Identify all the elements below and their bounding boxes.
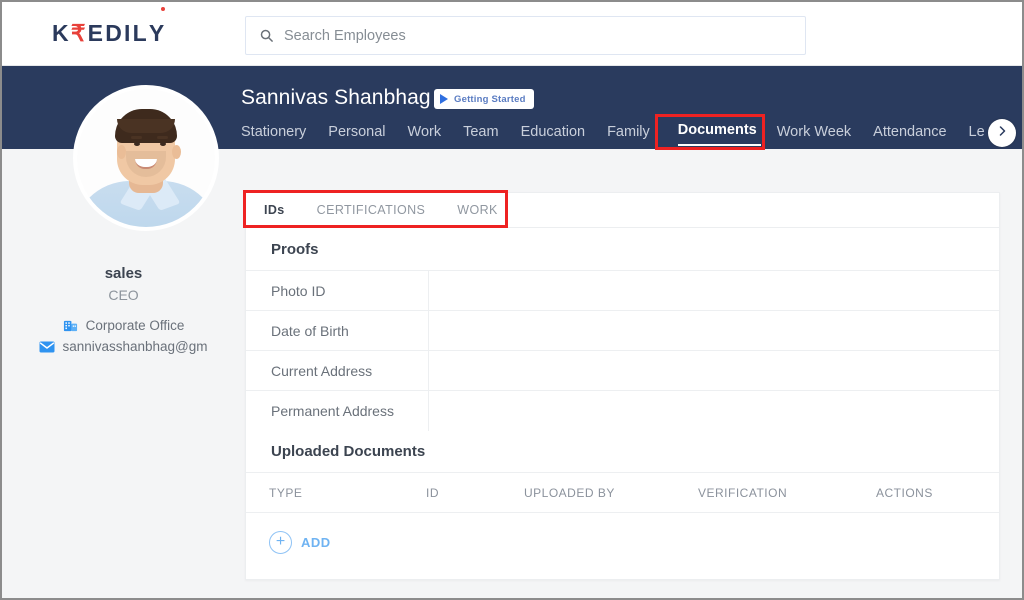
sidebar-employee-name: sales [104, 265, 143, 282]
column-header-id: ID [426, 485, 439, 500]
employee-photo [77, 89, 215, 227]
tab-family[interactable]: Family [607, 124, 663, 146]
app-window: K₹EDILY Sannivas Shanbhag Getting Starte… [0, 0, 1024, 600]
tab-attendance[interactable]: Attendance [873, 124, 959, 146]
rupee-icon: ₹ [70, 20, 88, 46]
uploaded-documents-body: + ADD [246, 513, 999, 571]
avatar[interactable] [73, 85, 219, 231]
proof-label-date-of-birth: Date of Birth [246, 310, 429, 351]
proof-value-date-of-birth[interactable] [429, 311, 999, 351]
proof-value-photo-id[interactable] [429, 271, 999, 311]
table-row: Current Address [246, 350, 999, 391]
uploaded-documents-table-header: TYPE ID UPLOADED BY VERIFICATION ACTIONS [246, 472, 999, 513]
logo-k: K [52, 20, 71, 46]
search-input[interactable] [284, 27, 788, 44]
add-document-label: ADD [301, 534, 331, 550]
sidebar-office-label: Corporate Office [85, 318, 185, 333]
document-subtabs: IDs CERTIFICATIONS WORK [246, 193, 999, 228]
tab-work[interactable]: Work [408, 124, 455, 146]
building-icon [63, 319, 79, 333]
tab-education[interactable]: Education [521, 124, 599, 146]
tab-team[interactable]: Team [463, 124, 511, 146]
table-row: Permanent Address [246, 390, 999, 431]
tab-stationery[interactable]: Stationery [241, 124, 319, 146]
sidebar-email-label: sannivasshanbhag@gm [62, 339, 208, 354]
tab-personal[interactable]: Personal [328, 124, 398, 146]
subtab-certifications[interactable]: CERTIFICATIONS [317, 193, 426, 228]
column-header-uploaded-by: UPLOADED BY [524, 485, 615, 500]
proofs-title: Proofs [271, 241, 319, 258]
play-icon [440, 94, 448, 104]
documents-card: IDs CERTIFICATIONS WORK Proofs Photo ID … [245, 192, 1000, 580]
column-header-verification: VERIFICATION [698, 485, 788, 500]
table-row: Photo ID [246, 270, 999, 311]
proof-label-photo-id: Photo ID [246, 270, 429, 311]
uploaded-documents-title: Uploaded Documents [271, 443, 426, 460]
search-icon [259, 28, 274, 43]
logo-edil: EDIL [87, 20, 149, 46]
top-bar: K ₹ EDIL Y [2, 2, 1022, 66]
proof-label-permanent-address: Permanent Address [246, 390, 429, 431]
profile-tabs: Stationery Personal Work Team Education … [241, 122, 1007, 146]
tab-documents[interactable]: Documents [677, 122, 761, 146]
sidebar-employee-role: CEO [108, 287, 139, 303]
subtab-ids[interactable]: IDs [264, 193, 285, 228]
proof-value-permanent-address[interactable] [429, 391, 999, 431]
logo-y: Y [148, 7, 167, 46]
proof-value-current-address[interactable] [429, 351, 999, 391]
proof-label-current-address: Current Address [246, 350, 429, 391]
table-row: Date of Birth [246, 310, 999, 351]
getting-started-button[interactable]: Getting Started [434, 89, 534, 109]
add-document-button[interactable]: + ADD [269, 530, 331, 554]
plus-circle-icon: + [269, 530, 292, 554]
employee-name: Sannivas Shanbhag [241, 86, 431, 109]
envelope-icon [39, 340, 55, 354]
sidebar-office: Corporate Office [63, 318, 185, 333]
sidebar-email[interactable]: sannivasshanbhag@gm [39, 339, 208, 354]
kredily-logo[interactable]: K ₹ EDIL Y [52, 7, 167, 47]
getting-started-label: Getting Started [454, 93, 526, 105]
search-bar[interactable] [245, 16, 806, 55]
chevron-right-icon [996, 124, 1008, 142]
column-header-type: TYPE [269, 485, 303, 500]
tabs-next-button[interactable] [988, 119, 1016, 147]
subtab-work[interactable]: WORK [457, 193, 498, 228]
sidebar-meta: Corporate Office sannivasshanbhag@gm [2, 318, 245, 354]
tab-work-week[interactable]: Work Week [777, 124, 864, 146]
column-header-actions: ACTIONS [876, 485, 933, 500]
